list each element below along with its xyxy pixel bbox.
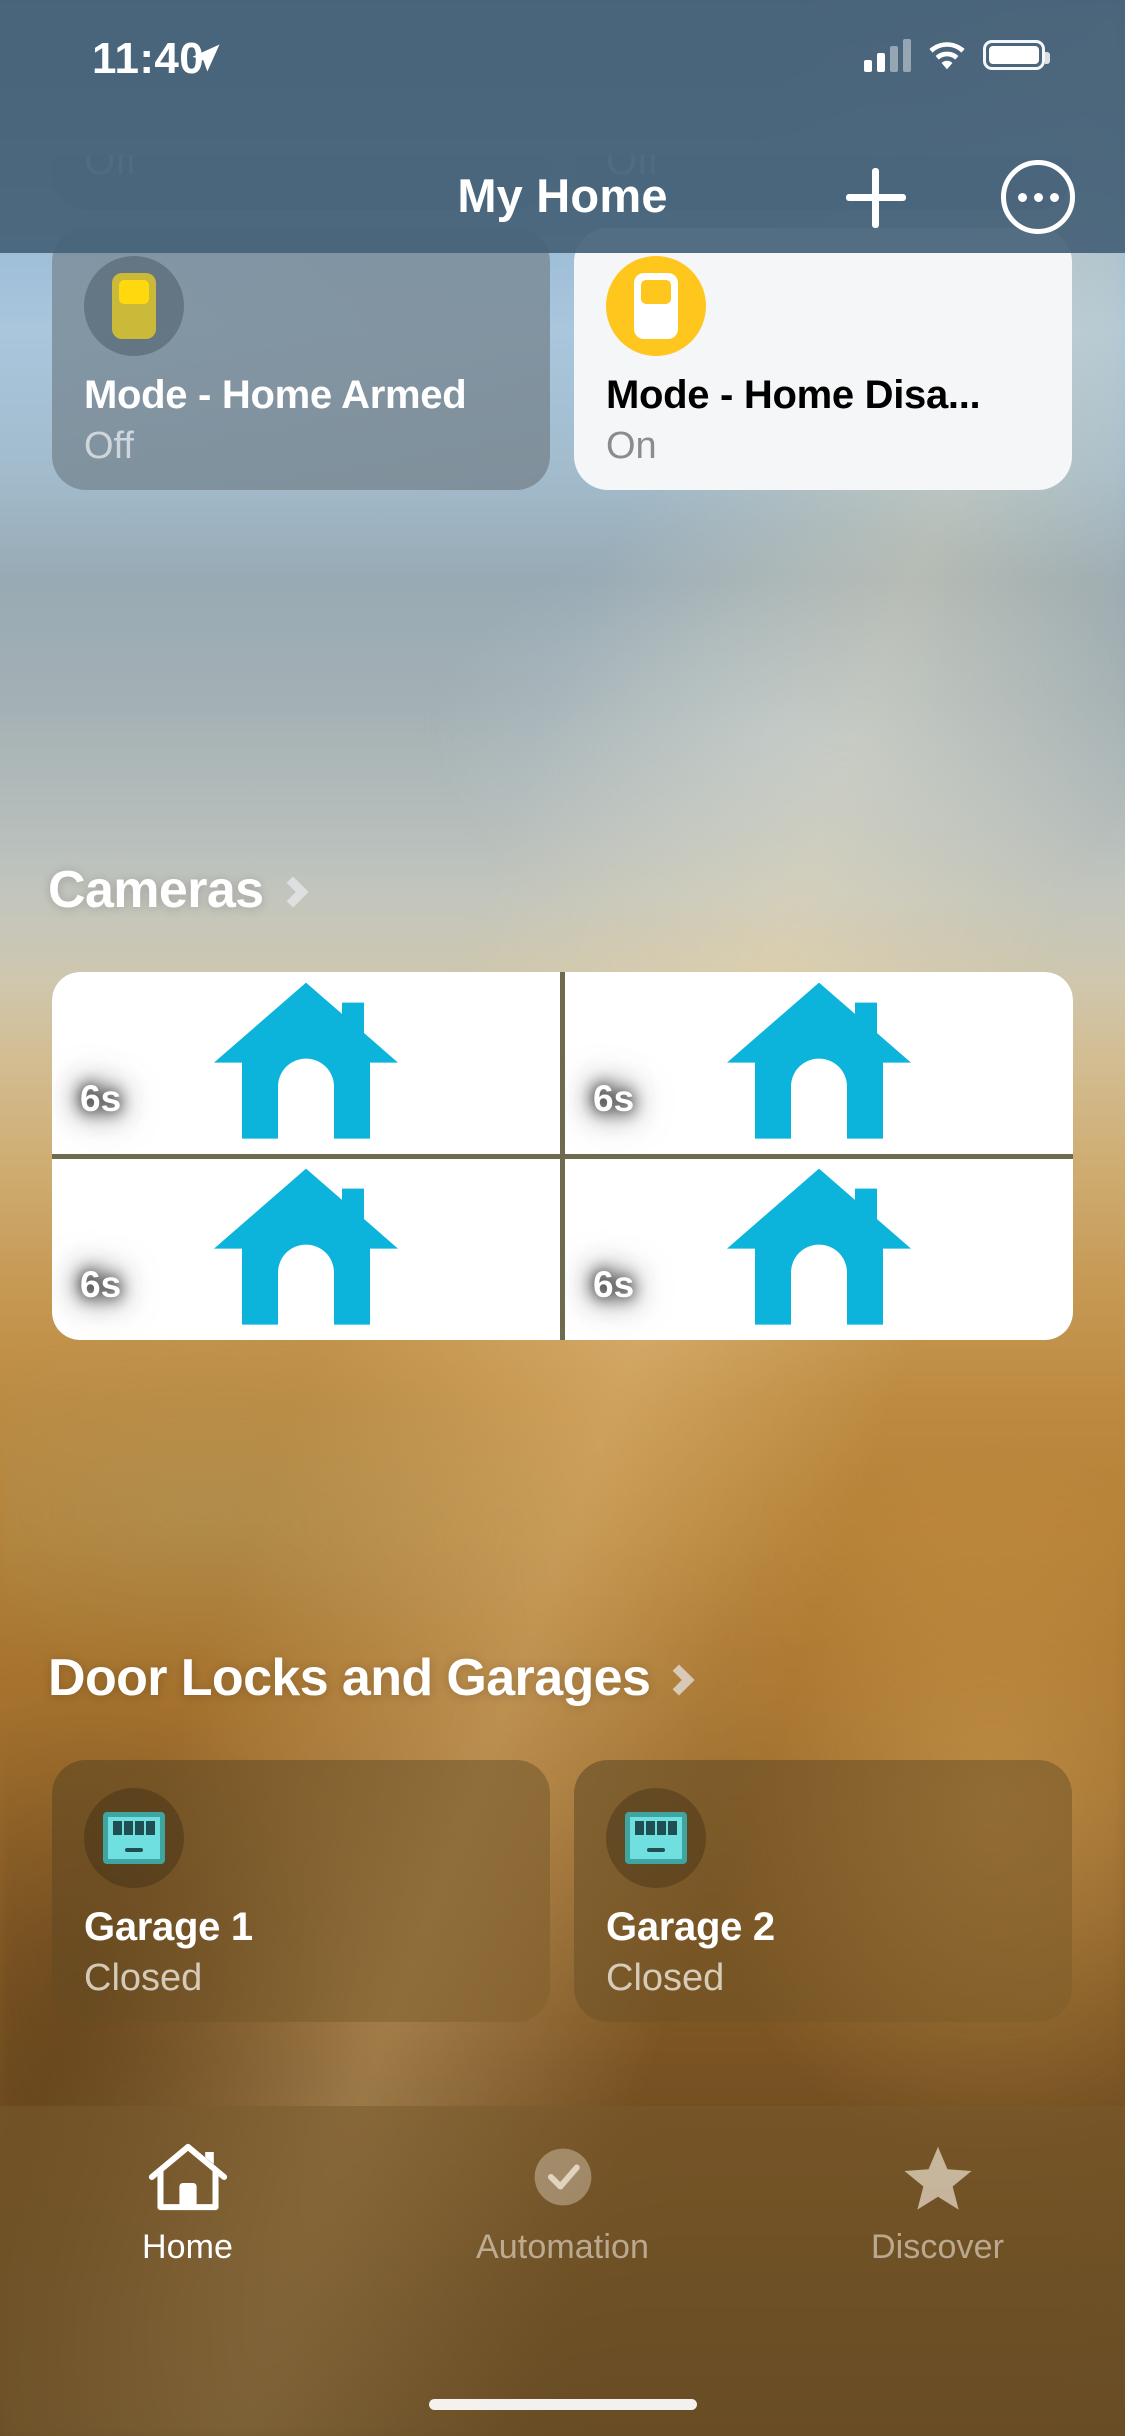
camera-latency-badge: 6s [80,1264,121,1306]
chevron-right-icon [664,1664,695,1695]
house-icon [206,1161,406,1331]
tab-label: Home [142,2228,233,2267]
house-icon [206,974,406,1144]
mode-tiles-row: Mode - Home Armed Off Mode - Home Disa..… [52,228,1073,490]
camera-tile[interactable]: 6s [52,972,560,1154]
cellular-bars-icon [864,38,911,72]
camera-latency-badge: 6s [80,1078,121,1120]
tile-state: Closed [606,1957,724,2000]
chevron-right-icon [277,876,308,907]
wifi-icon [925,38,969,72]
add-accessory-button[interactable] [846,168,906,228]
ellipsis-dot [1050,193,1059,202]
tile-state: Off [84,425,134,468]
camera-tile[interactable]: 6s [565,1159,1073,1341]
tab-label: Discover [871,2228,1004,2267]
tile-state: Closed [84,1957,202,2000]
section-title: Cameras [48,860,264,920]
tab-bar: Home Automation Discover [0,2106,1125,2436]
garage-tiles-row: Garage 1 Closed Garage 2 Closed [52,1760,1073,2022]
tab-home[interactable]: Home [0,2106,375,2436]
garage-tile-1[interactable]: Garage 1 Closed [52,1760,550,2022]
house-icon [145,2140,231,2214]
tab-label: Automation [476,2228,649,2267]
tile-name: Mode - Home Disa... [606,373,980,418]
tile-state: On [606,425,657,468]
clock-icon [520,2140,606,2214]
door-locks-section-header[interactable]: Door Locks and Garages [48,1648,690,1708]
mode-tile-home-disarmed[interactable]: Mode - Home Disa... On [574,228,1072,490]
status-indicators [864,38,1045,72]
tile-name: Garage 1 [84,1905,253,1950]
house-icon [719,1161,919,1331]
security-keypad-icon [84,256,184,356]
ellipsis-dot [1034,193,1043,202]
garage-door-icon [84,1788,184,1888]
section-title: Door Locks and Garages [48,1648,650,1708]
garage-tile-2[interactable]: Garage 2 Closed [574,1760,1072,2022]
garage-door-icon [606,1788,706,1888]
tile-name: Mode - Home Armed [84,373,466,418]
page-title: My Home [0,168,1125,223]
star-icon [895,2140,981,2214]
status-bar: 11:40 [0,0,1125,132]
camera-latency-badge: 6s [593,1264,634,1306]
house-icon [719,974,919,1144]
home-indicator[interactable] [429,2399,697,2410]
tab-discover[interactable]: Discover [750,2106,1125,2436]
tile-name: Garage 2 [606,1905,775,1950]
mode-tile-home-armed[interactable]: Mode - Home Armed Off [52,228,550,490]
camera-tile[interactable]: 6s [52,1159,560,1341]
battery-full-icon [983,40,1045,70]
more-options-button[interactable] [1001,160,1075,234]
camera-tile[interactable]: 6s [565,972,1073,1154]
security-keypad-icon [606,256,706,356]
location-arrow-icon [188,40,224,76]
camera-latency-badge: 6s [593,1078,634,1120]
ellipsis-dot [1018,193,1027,202]
tab-automation[interactable]: Automation [375,2106,750,2436]
home-scroll-view[interactable]: Off Off Mode - Home Armed Off Mode - Hom… [0,0,1125,2436]
cameras-section-header[interactable]: Cameras [48,860,304,920]
camera-grid: 6s 6s 6s 6s [52,972,1073,1340]
